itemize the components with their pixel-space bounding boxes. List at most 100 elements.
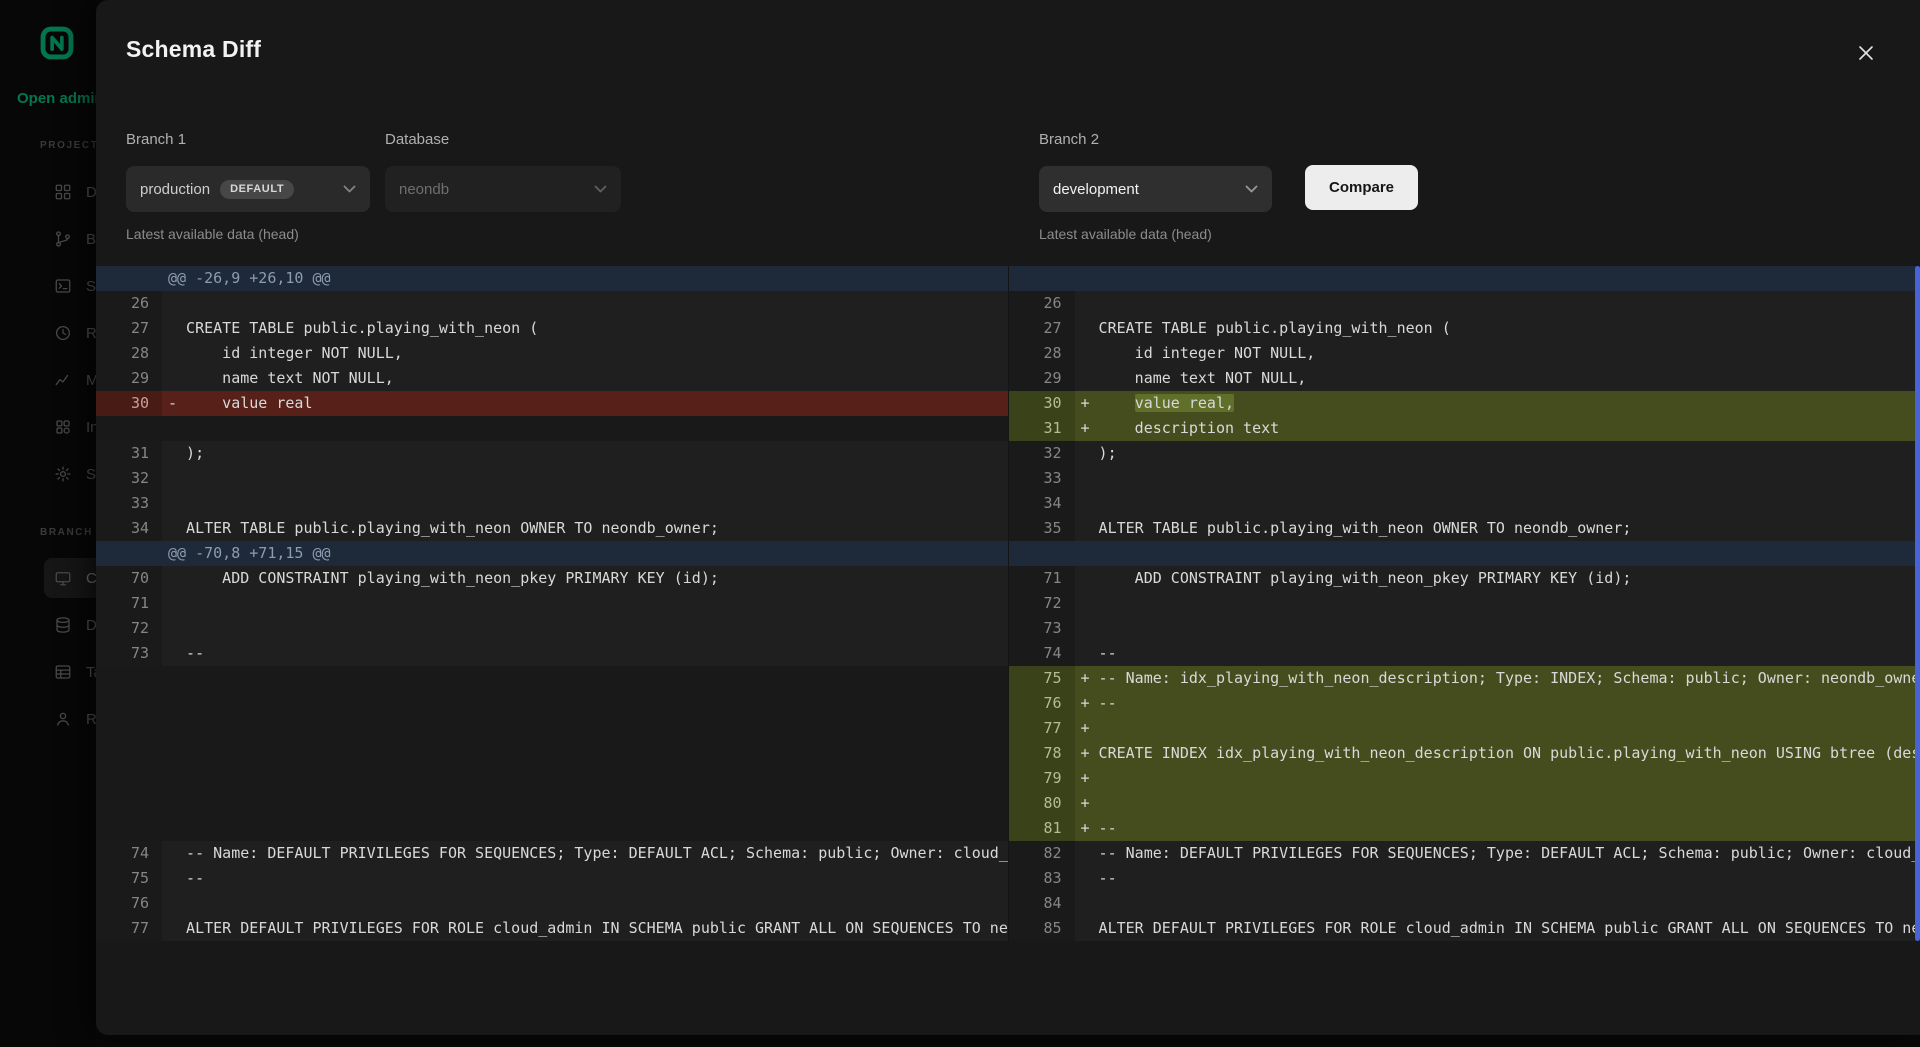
diff-row: 3334 xyxy=(96,491,1920,516)
code-line xyxy=(162,666,1008,691)
line-number: 85 xyxy=(1009,916,1075,941)
code-line: CREATE TABLE public.playing_with_neon ( xyxy=(162,316,1008,341)
line-number: 28 xyxy=(1009,341,1075,366)
diff-row: 78+ CREATE INDEX idx_playing_with_neon_d… xyxy=(96,741,1920,766)
code-line: + CREATE INDEX idx_playing_with_neon_des… xyxy=(1075,741,1920,766)
code-line xyxy=(162,766,1008,791)
code-line xyxy=(162,616,1008,641)
diff-line-right: 28 id integer NOT NULL, xyxy=(1008,341,1920,366)
code-line: + -- xyxy=(1075,691,1920,716)
branch2-data-meta: Latest available data (head) xyxy=(1039,226,1212,242)
line-number: 30 xyxy=(96,391,162,416)
diff-line-left xyxy=(96,666,1008,691)
line-number: 79 xyxy=(1009,766,1075,791)
branch2-label: Branch 2 xyxy=(1039,131,1099,148)
line-number: 75 xyxy=(1009,666,1075,691)
code-line xyxy=(162,741,1008,766)
diff-line-left: 34 ALTER TABLE public.playing_with_neon … xyxy=(96,516,1008,541)
code-line: -- xyxy=(162,641,1008,666)
code-line: @@ -70,8 +71,15 @@ xyxy=(162,541,1008,566)
code-line: ALTER DEFAULT PRIVILEGES FOR ROLE cloud_… xyxy=(162,916,1008,941)
branch1-label: Branch 1 xyxy=(126,131,186,148)
code-line xyxy=(162,291,1008,316)
branch1-data-meta: Latest available data (head) xyxy=(126,226,299,242)
diff-row: 74 -- Name: DEFAULT PRIVILEGES FOR SEQUE… xyxy=(96,841,1920,866)
code-line: ALTER TABLE public.playing_with_neon OWN… xyxy=(1075,516,1920,541)
line-number: 29 xyxy=(1009,366,1075,391)
diff-row: 30- value real30+ value real, xyxy=(96,391,1920,416)
code-line: ADD CONSTRAINT playing_with_neon_pkey PR… xyxy=(162,566,1008,591)
code-line: -- xyxy=(1075,866,1920,891)
code-line: + value real, xyxy=(1075,391,1920,416)
diff-row: @@ -70,8 +71,15 @@ xyxy=(96,541,1920,566)
diff-line-left: 76 xyxy=(96,891,1008,916)
diff-row: 73 --74 -- xyxy=(96,641,1920,666)
code-line: + description text xyxy=(1075,416,1920,441)
word-diff-highlight: value real, xyxy=(1135,394,1234,412)
line-number: 34 xyxy=(1009,491,1075,516)
diff-scrollbar-thumb[interactable] xyxy=(1915,266,1920,941)
branch1-select[interactable]: production DEFAULT xyxy=(126,166,370,212)
diff-line-right: 83 -- xyxy=(1008,866,1920,891)
code-line: + -- Name: idx_playing_with_neon_descrip… xyxy=(1075,666,1920,691)
diff-row: 70 ADD CONSTRAINT playing_with_neon_pkey… xyxy=(96,566,1920,591)
code-line: ADD CONSTRAINT playing_with_neon_pkey PR… xyxy=(1075,566,1920,591)
line-number: 35 xyxy=(1009,516,1075,541)
diff-rows: @@ -26,9 +26,10 @@262627 CREATE TABLE pu… xyxy=(96,266,1920,941)
line-number: 77 xyxy=(96,916,162,941)
code-line: -- xyxy=(162,866,1008,891)
code-line: + xyxy=(1075,791,1920,816)
close-button[interactable] xyxy=(1848,36,1884,72)
diff-line-left: 77 ALTER DEFAULT PRIVILEGES FOR ROLE clo… xyxy=(96,916,1008,941)
diff-row: 75+ -- Name: idx_playing_with_neon_descr… xyxy=(96,666,1920,691)
line-number: 32 xyxy=(96,466,162,491)
code-line xyxy=(162,816,1008,841)
compare-button[interactable]: Compare xyxy=(1305,165,1418,210)
diff-line-left: 72 xyxy=(96,616,1008,641)
diff-line-left: 74 -- Name: DEFAULT PRIVILEGES FOR SEQUE… xyxy=(96,841,1008,866)
diff-line-left: 31 ); xyxy=(96,441,1008,466)
diff-line-left: 75 -- xyxy=(96,866,1008,891)
line-number: 83 xyxy=(1009,866,1075,891)
line-number: 31 xyxy=(1009,416,1075,441)
diff-row: 34 ALTER TABLE public.playing_with_neon … xyxy=(96,516,1920,541)
code-line: ); xyxy=(1075,441,1920,466)
diff-line-left: 32 xyxy=(96,466,1008,491)
diff-line-left xyxy=(96,716,1008,741)
code-line xyxy=(1075,491,1920,516)
line-number: 70 xyxy=(96,566,162,591)
line-number xyxy=(96,266,162,291)
line-number: 77 xyxy=(1009,716,1075,741)
line-number: 26 xyxy=(1009,291,1075,316)
branch2-select[interactable]: development xyxy=(1039,166,1272,212)
line-number xyxy=(96,416,162,441)
line-number: 30 xyxy=(1009,391,1075,416)
default-badge: DEFAULT xyxy=(220,180,294,199)
diff-row: 2626 xyxy=(96,291,1920,316)
line-number xyxy=(96,541,162,566)
diff-line-left: 73 -- xyxy=(96,641,1008,666)
diff-line-right: 26 xyxy=(1008,291,1920,316)
diff-line-right: 82 -- Name: DEFAULT PRIVILEGES FOR SEQUE… xyxy=(1008,841,1920,866)
code-line: -- xyxy=(1075,641,1920,666)
line-number: 74 xyxy=(96,841,162,866)
line-number: 31 xyxy=(96,441,162,466)
database-label: Database xyxy=(385,131,449,148)
diff-row: 81+ -- xyxy=(96,816,1920,841)
diff-row: 28 id integer NOT NULL,28 id integer NOT… xyxy=(96,341,1920,366)
database-select[interactable]: neondb xyxy=(385,166,621,212)
line-number: 73 xyxy=(1009,616,1075,641)
chevron-down-icon xyxy=(1245,185,1258,193)
diff-line-left: 29 name text NOT NULL, xyxy=(96,366,1008,391)
code-line xyxy=(1075,616,1920,641)
line-number xyxy=(96,741,162,766)
line-number xyxy=(96,791,162,816)
diff-line-right: 78+ CREATE INDEX idx_playing_with_neon_d… xyxy=(1008,741,1920,766)
diff-line-left xyxy=(96,691,1008,716)
line-number: 76 xyxy=(1009,691,1075,716)
line-number: 27 xyxy=(96,316,162,341)
code-line xyxy=(162,791,1008,816)
diff-line-right: 77+ xyxy=(1008,716,1920,741)
diff-row: 7684 xyxy=(96,891,1920,916)
line-number: 81 xyxy=(1009,816,1075,841)
